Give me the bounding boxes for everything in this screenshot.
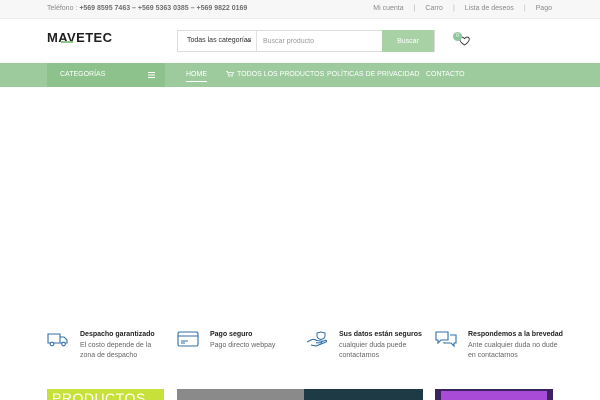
chevron-down-icon xyxy=(246,39,251,43)
main-nav: CATEGORÍAS HOME TODOS LOS PRODUCTOS POLÍ… xyxy=(0,63,600,87)
account-links: Mi cuenta | Carro | Lista de deseos | Pa… xyxy=(373,5,552,12)
chat-bubbles-icon xyxy=(435,331,457,348)
categories-label: CATEGORÍAS xyxy=(60,71,106,78)
feature-title: Respondemos a la brevedad xyxy=(468,331,563,338)
nav-privacy[interactable]: POLÍTICAS DE PRIVACIDAD xyxy=(327,71,419,78)
checkout-link[interactable]: Pago xyxy=(536,5,552,12)
feature-description: El costo depende de la zona de despacho xyxy=(80,342,152,359)
feature-title: Despacho garantizado xyxy=(80,331,155,338)
wishlist-link[interactable]: Lista de deseos xyxy=(465,5,514,12)
category-select-value: Todas las categorías xyxy=(187,37,252,44)
banner-glow xyxy=(441,391,547,400)
separator: | xyxy=(523,5,526,12)
promo-banner-image[interactable] xyxy=(304,389,423,400)
feature-description: Pago directo webpay xyxy=(210,342,276,349)
cart-count-badge: 0 xyxy=(453,32,462,41)
feature-description: cualquier duda puede contactarnos xyxy=(339,342,407,359)
feature-title: Sus datos están seguros xyxy=(339,331,422,338)
logo-accent xyxy=(61,41,73,43)
delivery-truck-icon xyxy=(47,333,68,347)
products-banner-text: PRODUCTOS xyxy=(52,390,146,400)
site-logo[interactable]: MAVETEC xyxy=(47,30,119,44)
nav-home[interactable]: HOME xyxy=(186,71,207,82)
my-account-link[interactable]: Mi cuenta xyxy=(373,5,403,12)
promo-banner-image[interactable] xyxy=(177,389,304,400)
phone-label: Teléfono : xyxy=(47,5,78,12)
nav-all-products-label: TODOS LOS PRODUCTOS xyxy=(237,71,325,78)
nav-contact[interactable]: CONTACTO xyxy=(426,71,465,78)
search-button[interactable]: Buscar xyxy=(382,30,434,52)
phone-info: Teléfono : +569 8595 7463 – +569 5363 03… xyxy=(47,5,247,12)
phone-numbers: +569 8595 7463 – +569 5363 0385 – +569 9… xyxy=(79,5,248,12)
hamburger-icon xyxy=(148,72,155,78)
promo-banner-image[interactable] xyxy=(435,389,553,400)
hand-shield-icon xyxy=(306,331,328,347)
nav-all-products[interactable]: TODOS LOS PRODUCTOS xyxy=(226,71,324,78)
cart-link[interactable]: Carro xyxy=(425,5,443,12)
search-bar: Todas las categorías Buscar xyxy=(177,30,435,52)
categories-menu[interactable]: CATEGORÍAS xyxy=(47,63,165,87)
wishlist-button[interactable]: 0 xyxy=(453,32,471,48)
feature-description: Ante cualquier duda no dude en contactar… xyxy=(468,342,558,359)
feature-title: Pago seguro xyxy=(210,331,253,338)
logo-text: MAVETEC xyxy=(47,30,113,44)
separator: | xyxy=(413,5,416,12)
cart-icon xyxy=(226,71,234,77)
products-banner[interactable]: PRODUCTOS xyxy=(47,389,164,400)
category-select[interactable]: Todas las categorías xyxy=(178,31,257,51)
separator: | xyxy=(452,5,455,12)
top-bar: Teléfono : +569 8595 7463 – +569 5363 03… xyxy=(0,0,600,19)
credit-card-icon xyxy=(177,331,199,347)
search-input[interactable] xyxy=(258,31,382,51)
